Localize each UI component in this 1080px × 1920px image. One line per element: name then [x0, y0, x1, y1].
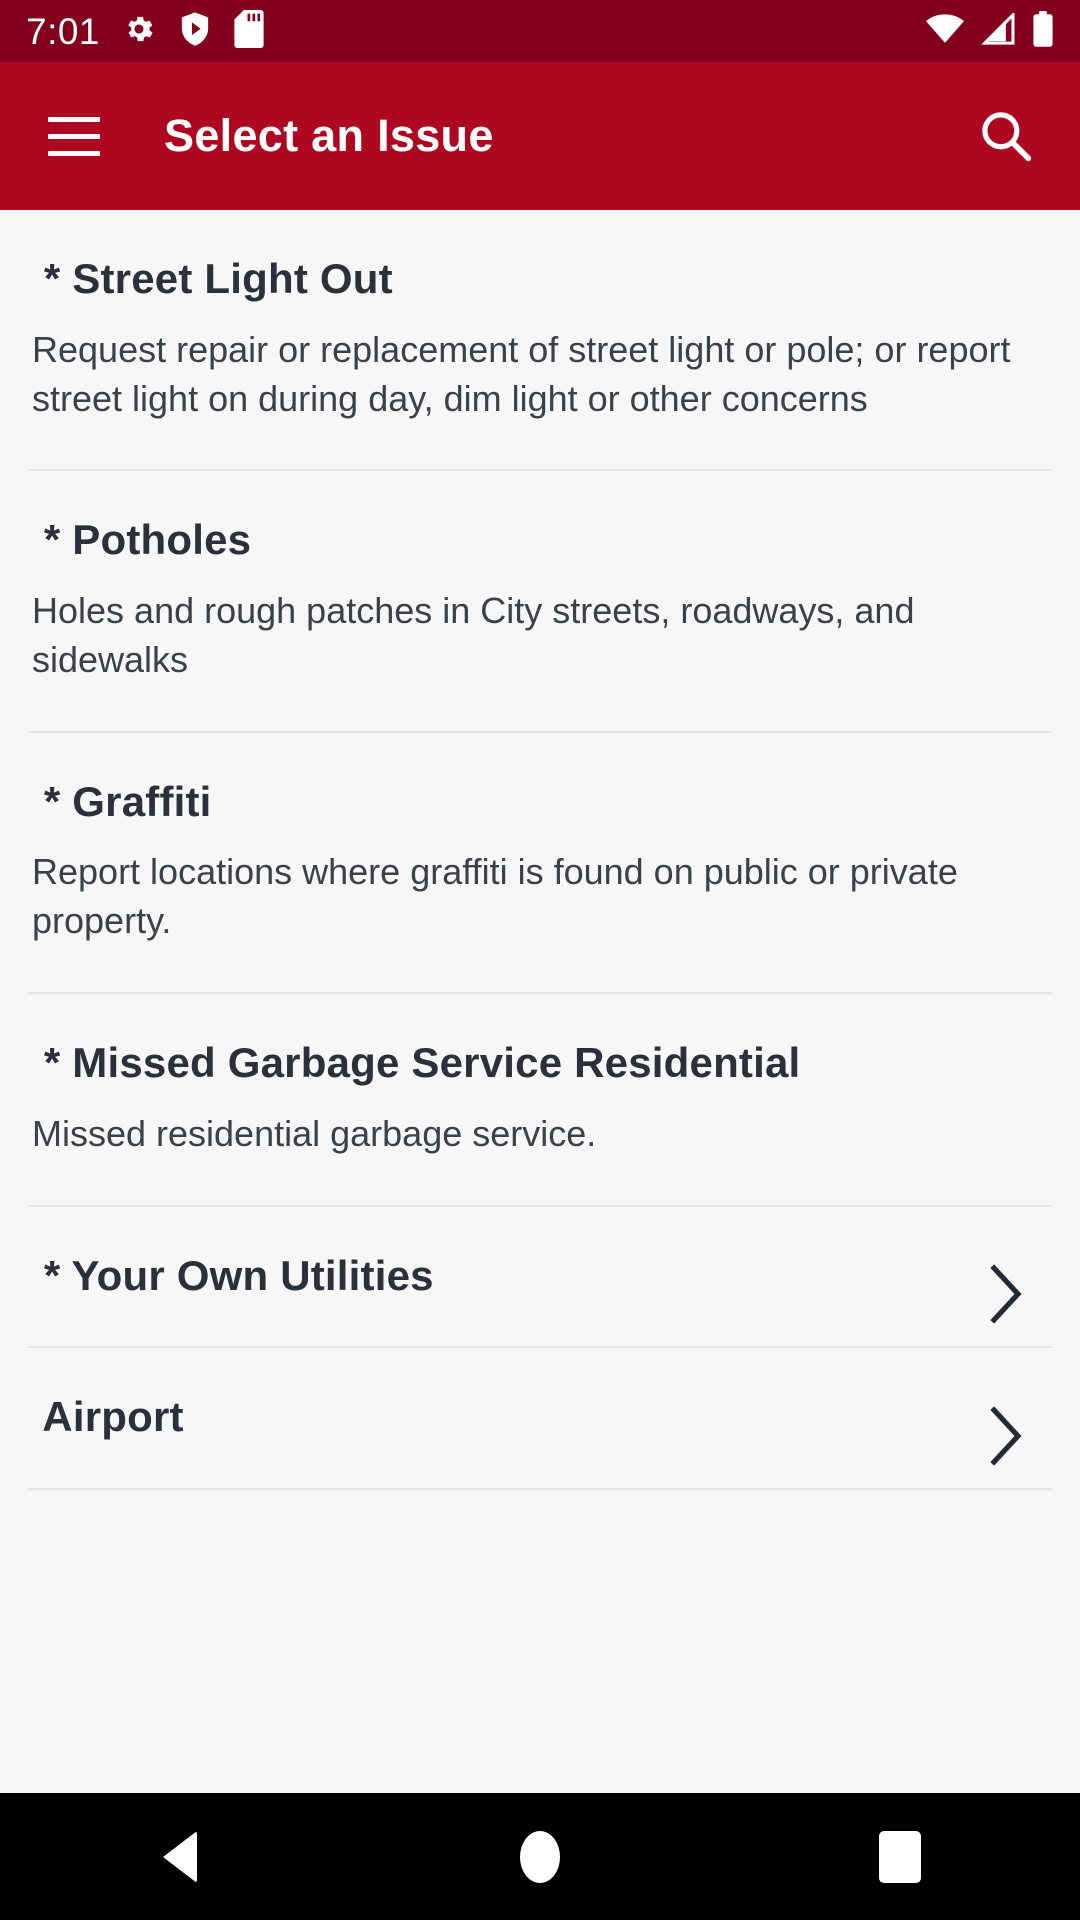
list-item-title: * Your Own Utilities — [32, 1251, 434, 1299]
home-glyph — [520, 1830, 560, 1883]
list-item-description: Request repair or replacement of street … — [32, 328, 1011, 419]
menu-bar-2 — [48, 133, 100, 139]
list-item-title: * Street Light Out — [32, 255, 393, 302]
status-bar: 7:01 — [0, 0, 1080, 62]
hamburger-menu-icon[interactable] — [22, 84, 126, 188]
issue-list[interactable]: * Street Light Out Request repair or repl… — [0, 210, 1080, 1793]
list-item[interactable]: * Missed Garbage Service Residential Miss… — [0, 994, 1080, 1205]
list-item-description: Missed residential garbage service. — [32, 1112, 597, 1154]
list-item-header: * Missed Garbage Service Residential — [32, 994, 1048, 1088]
list-item-description: Report locations where graffiti is found… — [32, 851, 958, 942]
app-bar: Select an Issue — [0, 62, 1080, 216]
recents-glyph — [879, 1830, 921, 1883]
list-item-header: * Your Own Utilities — [32, 1207, 1048, 1347]
list-item[interactable]: * Your Own Utilities — [0, 1207, 1080, 1347]
list-item-header: * Street Light Out — [32, 210, 1048, 304]
sd-card-icon — [234, 9, 264, 53]
list-item-title: * Potholes — [32, 516, 252, 564]
list-item-header: * Potholes — [32, 471, 1048, 565]
recents-square-icon[interactable] — [815, 1793, 985, 1920]
shield-play-icon — [178, 11, 212, 52]
list-item[interactable]: Airport — [0, 1348, 1080, 1488]
list-item-description: Holes and rough patches in City streets,… — [32, 590, 915, 680]
cell-signal-icon — [980, 10, 1016, 50]
list-item-title: * Graffiti — [32, 777, 212, 825]
list-item-header: Airport — [32, 1348, 1048, 1488]
chevron-right-icon[interactable] — [982, 1262, 1028, 1331]
status-bar-left-group: 7:01 — [26, 9, 264, 53]
status-clock: 7:01 — [26, 10, 101, 52]
status-bar-right-group — [926, 0, 1054, 62]
system-navigation-bar — [0, 1793, 1080, 1920]
list-item-title: Airport — [32, 1393, 184, 1441]
menu-bar-3 — [48, 150, 100, 156]
phone-screen: 7:01 Select an Issue * Street Light Out … — [0, 0, 1080, 1920]
search-icon[interactable] — [954, 84, 1058, 188]
battery-icon — [1032, 10, 1054, 52]
home-circle-icon[interactable] — [455, 1793, 625, 1920]
list-item-header: * Graffiti — [32, 733, 1048, 827]
list-item[interactable]: * Graffiti Report locations where graffit… — [0, 733, 1080, 992]
list-item[interactable]: * Street Light Out Request repair or repl… — [0, 210, 1080, 469]
list-item[interactable]: * Potholes Holes and rough patches in Cit… — [0, 471, 1080, 730]
gear-icon — [122, 12, 156, 51]
back-glyph — [163, 1830, 197, 1883]
page-title: Select an Issue — [164, 110, 494, 161]
wifi-icon — [926, 13, 964, 49]
list-item-title: * Missed Garbage Service Residential — [32, 1039, 801, 1087]
back-triangle-icon[interactable] — [95, 1793, 265, 1920]
menu-bar-1 — [48, 116, 100, 122]
chevron-right-icon[interactable] — [982, 1404, 1028, 1473]
list-divider — [28, 1487, 1052, 1490]
